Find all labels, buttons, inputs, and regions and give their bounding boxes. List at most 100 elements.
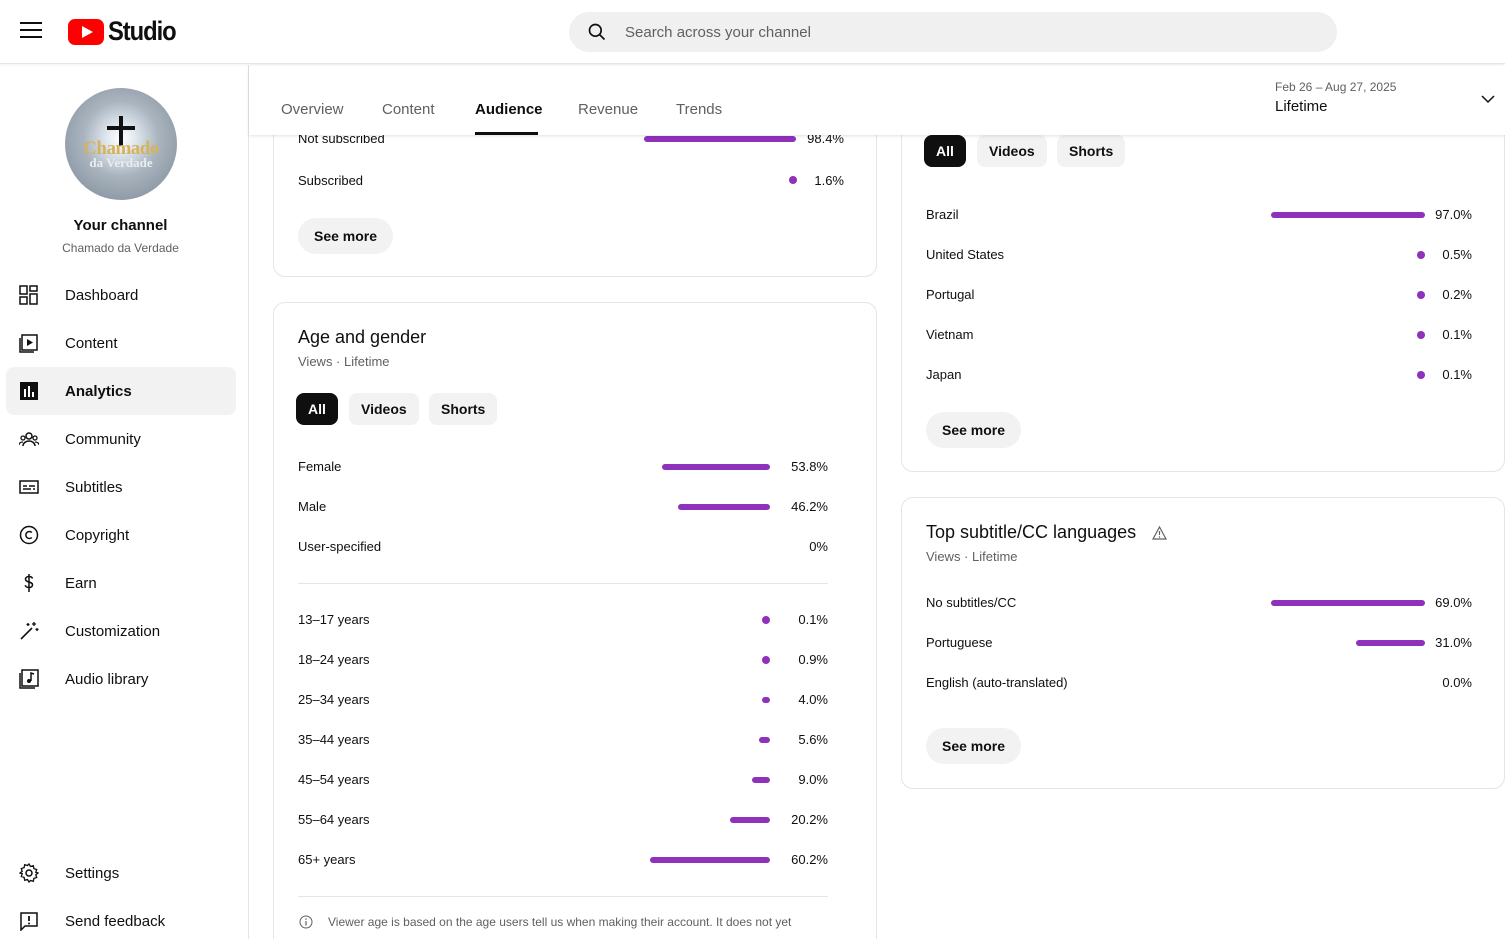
sidebar-item-copyright[interactable]: Copyright (6, 511, 236, 559)
language-row-bar (1355, 640, 1425, 646)
filter-chip-shorts[interactable]: Shorts (1057, 135, 1126, 167)
sidebar-item-label: Subtitles (65, 478, 123, 496)
age-row-value: 0.1% (798, 612, 828, 627)
sidebar-item-label: Analytics (65, 382, 132, 400)
age-row-bar (649, 857, 770, 863)
gender-row-value: 53.8% (791, 459, 828, 474)
age-row-label: 13–17 years (298, 612, 370, 627)
analytics-icon (20, 382, 38, 400)
country-row-label: Vietnam (926, 327, 974, 342)
language-row-value: 0.0% (1442, 675, 1472, 690)
country-row-dot (1417, 251, 1425, 259)
sidebar-item-audio-library[interactable]: Audio library (6, 655, 236, 703)
age-row-label: 65+ years (298, 852, 356, 867)
country-row-label: Brazil (926, 207, 959, 222)
sidebar-item-community[interactable]: Community (6, 415, 236, 463)
chevron-down-icon[interactable] (1480, 93, 1496, 105)
sidebar-item-label: Content (65, 334, 118, 352)
sidebar-item-content[interactable]: Content (6, 319, 236, 367)
sidebar-item-dashboard[interactable]: Dashboard (6, 271, 236, 319)
tab-trends[interactable]: Trends (676, 101, 722, 118)
studio-logo[interactable]: Studio (68, 16, 185, 47)
sidebar-item-label: Earn (65, 574, 97, 592)
warning-icon[interactable] (1152, 526, 1167, 540)
card-subtitle: Views · Lifetime (298, 354, 390, 369)
see-more-button[interactable]: See more (926, 728, 1022, 764)
filter-chip-videos[interactable]: Videos (977, 135, 1047, 167)
gender-row-value: 46.2% (791, 499, 828, 514)
tab-overview[interactable]: Overview (281, 101, 344, 118)
age-footnote: Viewer age is based on the age users tel… (328, 915, 792, 929)
filter-chip-all[interactable]: All (296, 393, 338, 425)
gender-row-label: Female (298, 459, 342, 474)
subscription-row-label: Not subscribed (298, 135, 385, 146)
date-range-picker[interactable]: Feb 26 – Aug 27, 2025 Lifetime (1275, 80, 1396, 115)
language-row-label: No subtitles/CC (926, 595, 1017, 610)
age-row-value: 20.2% (791, 812, 828, 827)
sidebar-item-label: Customization (65, 622, 161, 640)
sidebar-item-customization[interactable]: Customization (6, 607, 236, 655)
age-row-bar (762, 697, 770, 703)
sidebar-item-send-feedback[interactable]: Send feedback (6, 897, 236, 939)
card-title: Top subtitle/CC languages (926, 522, 1137, 542)
see-more-button[interactable]: See more (926, 412, 1022, 448)
subscription-row-value: 1.6% (814, 173, 844, 188)
active-tab-indicator (475, 132, 538, 135)
card-subtitle: Views · Lifetime (926, 549, 1018, 564)
subtitle-languages-card: Top subtitle/CC languages Views · Lifeti… (901, 497, 1505, 789)
see-more-button[interactable]: See more (298, 218, 394, 254)
sidebar-item-analytics[interactable]: Analytics (6, 367, 236, 415)
subscription-row-label: Subscribed (298, 173, 364, 188)
filter-chip-shorts[interactable]: Shorts (429, 393, 498, 425)
subscription-row-value: 98.4% (807, 135, 844, 146)
analytics-tabs-bar: Overview Content Audience Revenue Trends… (249, 65, 1505, 135)
audio-library-icon (19, 669, 39, 689)
channel-avatar[interactable]: Chamado da Verdade (65, 88, 177, 200)
country-row-label: Portugal (926, 287, 975, 302)
sidebar-item-label: Send feedback (65, 912, 166, 930)
age-row-value: 0.9% (798, 652, 828, 667)
sidebar-item-label: Settings (65, 864, 120, 882)
country-row-dot (1417, 371, 1425, 379)
community-icon (19, 432, 39, 447)
filter-chip-all[interactable]: All (924, 135, 966, 167)
tab-audience[interactable]: Audience (475, 101, 543, 118)
gender-row-bar (677, 504, 770, 510)
sidebar-item-subtitles[interactable]: Subtitles (6, 463, 236, 511)
country-row-label: United States (926, 247, 1005, 262)
sidebar-item-settings[interactable]: Settings (6, 849, 236, 897)
info-icon[interactable] (299, 915, 313, 929)
sidebar-item-earn[interactable]: Earn (6, 559, 236, 607)
menu-icon[interactable] (20, 22, 42, 40)
search-icon[interactable] (587, 22, 607, 42)
sidebar: Chamado da Verdade Your channel Chamado … (0, 65, 249, 939)
gear-icon (19, 863, 39, 883)
main-content: Not subscribed 98.4% Subscribed 1.6% See… (249, 135, 1505, 939)
tab-content[interactable]: Content (382, 101, 435, 118)
age-row-value: 4.0% (798, 692, 828, 707)
search-bar[interactable] (569, 12, 1337, 52)
channel-title: Your channel (73, 217, 168, 234)
tab-revenue[interactable]: Revenue (578, 101, 638, 118)
filter-chip-videos[interactable]: Videos (349, 393, 419, 425)
date-range-text: Feb 26 – Aug 27, 2025 (1275, 80, 1397, 94)
country-row-dot (1417, 331, 1425, 339)
language-row-label: English (auto-translated) (926, 675, 1068, 690)
search-input[interactable] (625, 12, 1315, 52)
earn-icon (24, 574, 34, 592)
language-row-label: Portuguese (926, 635, 993, 650)
sidebar-item-label: Community (65, 430, 141, 448)
age-row-label: 35–44 years (298, 732, 370, 747)
channel-name: Chamado da Verdade (62, 241, 179, 255)
country-row-bar (1270, 212, 1425, 218)
sidebar-item-label: Dashboard (65, 286, 139, 304)
language-row-bar (1271, 600, 1425, 606)
subscription-status-card: Not subscribed 98.4% Subscribed 1.6% See… (273, 135, 877, 277)
divider (298, 896, 828, 897)
gender-row-value: 0% (809, 539, 828, 554)
gender-row-bar (662, 464, 770, 470)
age-row-value: 9.0% (798, 772, 828, 787)
age-row-label: 55–64 years (298, 812, 370, 827)
gender-row-label: User-specified (298, 539, 382, 554)
age-row-value: 60.2% (791, 852, 828, 867)
